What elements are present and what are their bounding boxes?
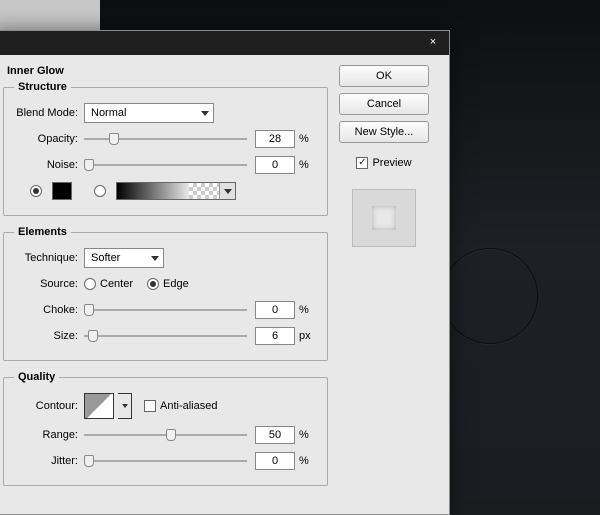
- contour-picker[interactable]: [84, 393, 114, 419]
- elements-legend: Elements: [14, 226, 71, 238]
- opacity-label: Opacity:: [14, 133, 84, 145]
- opacity-unit: %: [295, 133, 317, 145]
- blend-mode-label: Blend Mode:: [14, 107, 84, 119]
- choke-label: Choke:: [14, 304, 84, 316]
- new-style-button[interactable]: New Style...: [339, 121, 429, 143]
- choke-input[interactable]: 0: [255, 301, 295, 319]
- glow-color-swatch[interactable]: [52, 182, 72, 200]
- preview-checkbox[interactable]: [356, 157, 368, 169]
- jitter-input[interactable]: 0: [255, 452, 295, 470]
- color-radio[interactable]: [30, 185, 42, 197]
- preview-swatch: [352, 189, 416, 247]
- source-center-radio[interactable]: [84, 278, 96, 290]
- range-input[interactable]: 50: [255, 426, 295, 444]
- blend-mode-value: Normal: [91, 107, 126, 119]
- gradient-radio[interactable]: [94, 185, 106, 197]
- preview-label: Preview: [372, 157, 411, 169]
- technique-label: Technique:: [14, 252, 84, 264]
- technique-dropdown[interactable]: Softer: [84, 248, 164, 268]
- technique-value: Softer: [91, 252, 120, 264]
- chevron-down-icon: [201, 111, 209, 116]
- quality-legend: Quality: [14, 371, 59, 383]
- range-slider[interactable]: [84, 426, 247, 444]
- canvas-circle-shape: [442, 248, 538, 344]
- jitter-slider[interactable]: [84, 452, 247, 470]
- glow-gradient-swatch[interactable]: [116, 182, 236, 200]
- size-label: Size:: [14, 330, 84, 342]
- noise-input[interactable]: 0: [255, 156, 295, 174]
- antialiased-label: Anti-aliased: [160, 400, 217, 412]
- jitter-label: Jitter:: [14, 455, 84, 467]
- chevron-down-icon: [219, 183, 235, 199]
- contour-dropdown[interactable]: [118, 393, 132, 419]
- opacity-input[interactable]: 28: [255, 130, 295, 148]
- noise-slider[interactable]: [84, 156, 247, 174]
- chevron-down-icon: [151, 256, 159, 261]
- layer-style-dialog: × Inner Glow Structure Blend Mode: Norma…: [0, 30, 450, 515]
- cancel-button[interactable]: Cancel: [339, 93, 429, 115]
- structure-legend: Structure: [14, 81, 71, 93]
- range-label: Range:: [14, 429, 84, 441]
- source-edge-label: Edge: [163, 278, 189, 290]
- page-title: Inner Glow: [7, 65, 328, 77]
- ok-button[interactable]: OK: [339, 65, 429, 87]
- source-center-label: Center: [100, 278, 133, 290]
- noise-label: Noise:: [14, 159, 84, 171]
- close-button[interactable]: ×: [425, 35, 441, 51]
- antialiased-checkbox[interactable]: [144, 400, 156, 412]
- jitter-unit: %: [295, 455, 317, 467]
- choke-unit: %: [295, 304, 317, 316]
- contour-label: Contour:: [14, 400, 84, 412]
- structure-group: Structure Blend Mode: Normal Opacity: 28…: [3, 81, 328, 216]
- noise-unit: %: [295, 159, 317, 171]
- quality-group: Quality Contour: Anti-aliased Range: 50 …: [3, 371, 328, 486]
- elements-group: Elements Technique: Softer Source: Cente…: [3, 226, 328, 361]
- opacity-slider[interactable]: [84, 130, 247, 148]
- range-unit: %: [295, 429, 317, 441]
- size-unit: px: [295, 330, 317, 342]
- preview-swatch-inner: [372, 206, 396, 230]
- source-edge-radio[interactable]: [147, 278, 159, 290]
- blend-mode-dropdown[interactable]: Normal: [84, 103, 214, 123]
- choke-slider[interactable]: [84, 301, 247, 319]
- size-input[interactable]: 6: [255, 327, 295, 345]
- source-label: Source:: [14, 278, 84, 290]
- dialog-titlebar[interactable]: ×: [0, 31, 449, 55]
- size-slider[interactable]: [84, 327, 247, 345]
